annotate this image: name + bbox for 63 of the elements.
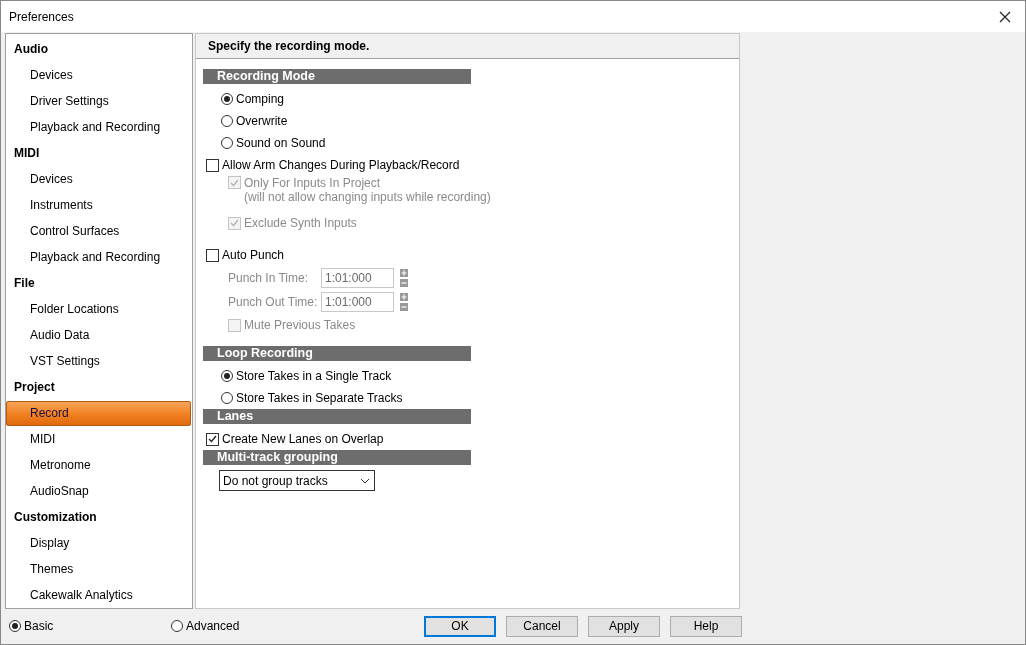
checkbox-note: (will not allow changing inputs while recording): [244, 190, 491, 204]
checkbox-label: Mute Previous Takes: [244, 318, 356, 332]
checkbox-label: Auto Punch: [222, 248, 285, 262]
radio-button[interactable]: [171, 620, 183, 632]
radio-label: Advanced: [186, 619, 240, 633]
spin-buttons[interactable]: [400, 293, 408, 311]
grouping-dropdown[interactable]: Do not group tracks: [219, 470, 375, 491]
sidebar-item[interactable]: AudioSnap: [6, 479, 191, 504]
radio-label: Store Takes in a Single Track: [236, 369, 392, 383]
dialog-button[interactable]: Help: [670, 615, 742, 637]
sidebar-item[interactable]: Record: [6, 401, 191, 426]
radio-button[interactable]: [221, 115, 233, 127]
sidebar-group-label: Customization: [13, 509, 98, 526]
radio-label: Basic: [24, 619, 54, 633]
checkbox-label: Only For Inputs In Project: [244, 176, 382, 190]
sidebar-item[interactable]: MIDI: [6, 427, 191, 452]
radio-button[interactable]: [221, 392, 233, 404]
sidebar-item[interactable]: Metronome: [6, 453, 191, 478]
radio-button[interactable]: [221, 137, 233, 149]
sidebar-group-label: File: [13, 275, 36, 292]
panel-header: Specify the recording mode.: [196, 34, 739, 59]
sidebar-item[interactable]: Cakewalk Analytics: [6, 583, 191, 608]
checkbox[interactable]: [206, 248, 219, 262]
radio-label: Comping: [236, 92, 285, 106]
field-label: Punch In Time:: [228, 271, 310, 285]
sidebar-item[interactable]: Audio Data: [6, 323, 191, 348]
section-header: Loop Recording: [203, 346, 471, 361]
sidebar-item[interactable]: Playback and Recording: [6, 115, 191, 140]
sidebar-group-label: Project: [13, 379, 56, 396]
chevron-down-icon: [360, 477, 370, 484]
sidebar-item[interactable]: Playback and Recording: [6, 245, 191, 270]
sidebar-item[interactable]: Instruments: [6, 193, 191, 218]
sidebar-item[interactable]: Devices: [6, 63, 191, 88]
sidebar-item[interactable]: Control Surfaces: [6, 219, 191, 244]
window-title: Preferences: [9, 9, 74, 24]
radio-label: Store Takes in Separate Tracks: [236, 391, 403, 405]
sidebar-item[interactable]: Folder Locations: [6, 297, 191, 322]
sidebar-item[interactable]: Display: [6, 531, 191, 556]
section-header: Multi-track grouping: [203, 450, 471, 465]
radio-button[interactable]: [221, 93, 233, 105]
field-label: Punch Out Time:: [228, 295, 318, 309]
checkbox-label: Create New Lanes on Overlap: [222, 432, 384, 446]
sidebar-group-label: MIDI: [13, 145, 41, 162]
dialog-button[interactable]: OK: [424, 615, 496, 637]
sidebar-item[interactable]: Themes: [6, 557, 191, 582]
sidebar-item[interactable]: Devices: [6, 167, 191, 192]
sidebar-item[interactable]: VST Settings: [6, 349, 191, 374]
sidebar-group-label: Audio: [13, 41, 49, 58]
radio-label: Sound on Sound: [236, 136, 326, 150]
spin-buttons[interactable]: [400, 269, 408, 287]
checkbox[interactable]: [206, 158, 219, 172]
checkbox[interactable]: [206, 432, 219, 446]
radio-button[interactable]: [221, 370, 233, 382]
dialog-button[interactable]: Apply: [588, 615, 660, 637]
section-header: Recording Mode: [203, 69, 471, 84]
checkbox-label: Exclude Synth Inputs: [244, 216, 357, 230]
checkbox-label: Allow Arm Changes During Playback/Record: [222, 158, 460, 172]
close-icon: [999, 10, 1011, 23]
radio-label: Overwrite: [236, 114, 288, 128]
section-header: Lanes: [203, 409, 471, 424]
radio-button[interactable]: [9, 620, 21, 632]
sidebar-item[interactable]: Driver Settings: [6, 89, 191, 114]
dialog-button[interactable]: Cancel: [506, 615, 578, 637]
